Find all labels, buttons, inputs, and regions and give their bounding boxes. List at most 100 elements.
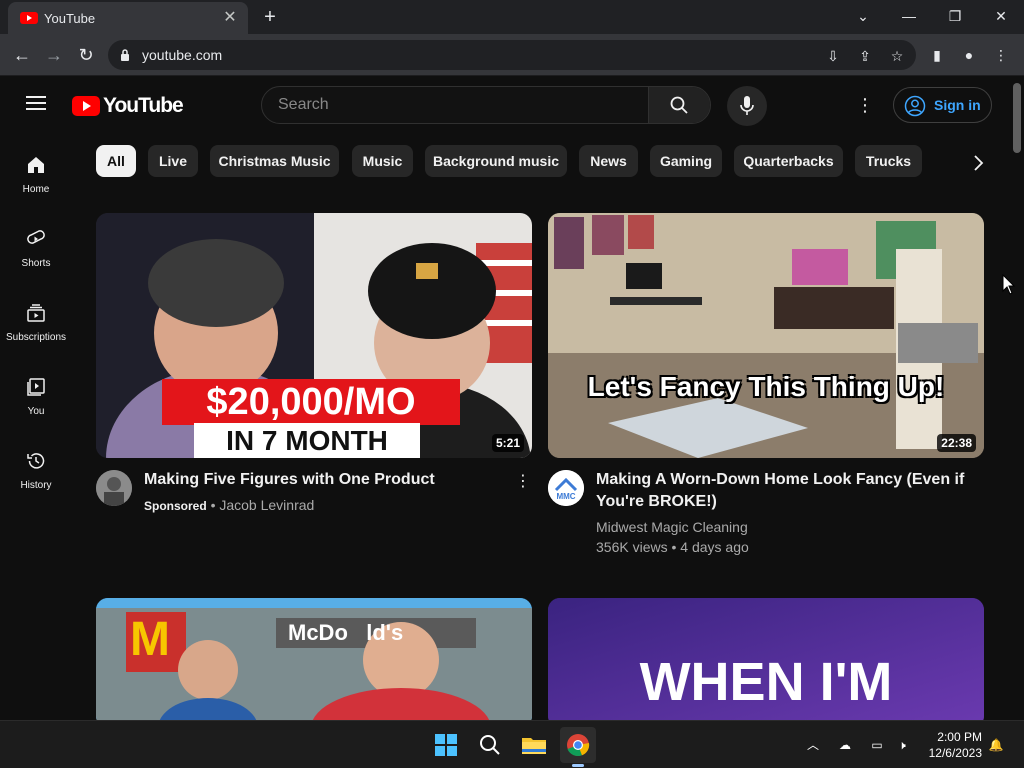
thumbnail-overlay-text: IN 7 MONTH: [226, 425, 388, 456]
browser-tab-bar: YouTube ✕ + ⌄ — ❐ ✕: [0, 0, 1024, 34]
thumbnail-image: [548, 213, 984, 458]
file-explorer-button[interactable]: [516, 727, 552, 763]
new-tab-button[interactable]: +: [258, 6, 282, 28]
guide-menu-button[interactable]: [26, 96, 46, 110]
onedrive-cloud-icon[interactable]: ☁: [836, 736, 854, 754]
browser-menu-icon[interactable]: ⋮: [991, 45, 1011, 65]
video-thumbnail-4[interactable]: WHEN I'M: [548, 598, 984, 720]
sponsored-badge: Sponsored: [144, 499, 207, 513]
tab-search-chevron-icon[interactable]: ⌄: [852, 6, 874, 26]
windows-taskbar: ︿ ☁ ▭ 🕨 2:00 PM 12/6/2023 🔔: [0, 720, 1024, 768]
video-title-line: Making A Worn-Down Home Look Fancy (Even…: [596, 471, 965, 488]
chrome-taskbar-button[interactable]: [560, 727, 596, 767]
url-text: youtube.com: [142, 47, 223, 63]
mouse-cursor-icon: [1002, 274, 1016, 295]
sidebar-item-shorts[interactable]: Shorts: [0, 229, 72, 303]
channel-avatar[interactable]: [96, 470, 132, 506]
forward-button[interactable]: →: [42, 43, 66, 67]
clock-time: 2:00 PM: [937, 730, 982, 744]
chevron-right-icon[interactable]: [966, 151, 990, 175]
side-panel-icon[interactable]: ▮: [927, 45, 947, 65]
browser-toolbar: ← → ↻ youtube.com ⇩ ⇪ ☆ ▮ ● ⋮: [0, 34, 1024, 76]
search-input[interactable]: [262, 87, 648, 123]
account-circle-icon: [904, 95, 926, 117]
video-more-actions-icon[interactable]: ⋮: [515, 471, 531, 491]
logo-text: YouTube: [103, 94, 184, 117]
settings-menu-icon[interactable]: ⋮: [853, 93, 877, 117]
chip-music[interactable]: Music: [352, 145, 413, 177]
video-thumbnail-3[interactable]: M McDo ld's: [96, 598, 532, 720]
chip-trucks[interactable]: Trucks: [855, 145, 922, 177]
video-views-age: 356K views • 4 days ago: [596, 539, 749, 555]
thumbnail-overlay-text: Let's Fancy This Thing Up!: [587, 371, 945, 402]
youtube-favicon-icon: [20, 12, 38, 24]
chip-background-music[interactable]: Background music: [425, 145, 567, 177]
network-icon[interactable]: ▭: [868, 736, 886, 754]
chip-gaming[interactable]: Gaming: [650, 145, 722, 177]
channel-avatar[interactable]: MMC: [548, 470, 584, 506]
avatar-image: MMC: [548, 470, 584, 506]
search-box: [261, 86, 711, 124]
share-icon[interactable]: ⇪: [856, 47, 874, 65]
video-thumbnail-1[interactable]: $20,000/MO IN 7 MONTH 5:21: [96, 213, 532, 458]
taskbar-clock[interactable]: 2:00 PM 12/6/2023: [914, 729, 982, 761]
mcdonalds-logo: M: [130, 613, 170, 666]
start-button[interactable]: [428, 727, 464, 763]
browser-tab[interactable]: YouTube ✕: [8, 2, 248, 34]
sign-in-label: Sign in: [934, 97, 981, 113]
minimize-button[interactable]: —: [898, 6, 920, 26]
chip-live[interactable]: Live: [148, 145, 198, 177]
voice-search-button[interactable]: [727, 86, 767, 126]
chip-news[interactable]: News: [579, 145, 638, 177]
notifications-bell-icon[interactable]: 🔔: [987, 736, 1005, 754]
close-window-button[interactable]: ✕: [990, 6, 1012, 26]
sidebar-item-subscriptions[interactable]: Subscriptions: [0, 303, 72, 377]
chip-all[interactable]: All: [96, 145, 136, 177]
video-duration: 5:21: [491, 434, 524, 452]
video-title-line: You're BROKE!): [596, 493, 717, 510]
history-icon: [27, 453, 45, 469]
search-button[interactable]: [648, 87, 710, 123]
sidebar-label: Home: [22, 184, 50, 195]
chip-quarterbacks[interactable]: Quarterbacks: [734, 145, 843, 177]
chip-christmas-music[interactable]: Christmas Music: [210, 145, 339, 177]
reload-button[interactable]: ↻: [74, 43, 98, 67]
tab-title: YouTube: [44, 11, 96, 26]
sign-in-button[interactable]: Sign in: [893, 87, 992, 123]
video-thumbnail-2[interactable]: Let's Fancy This Thing Up! 22:38: [548, 213, 984, 458]
sidebar-label: History: [20, 480, 52, 491]
page-scrollbar[interactable]: [1010, 77, 1024, 720]
channel-name[interactable]: Jacob Levinrad: [219, 497, 314, 513]
video-title[interactable]: Making Five Figures with One Product: [144, 469, 504, 491]
avatar-image: [96, 470, 132, 506]
thumbnail-overlay-text: WHEN I'M: [639, 652, 893, 712]
sidebar-item-history[interactable]: History: [0, 451, 72, 525]
video-title[interactable]: Making A Worn-Down Home Look Fancy (Even…: [596, 469, 966, 513]
sidebar-label: You: [27, 406, 45, 417]
video-duration: 22:38: [937, 434, 976, 452]
address-bar[interactable]: youtube.com ⇩ ⇪ ☆: [108, 40, 916, 70]
restore-button[interactable]: ❐: [944, 6, 966, 26]
windows-logo-icon: [435, 734, 457, 756]
sidebar-label: Subscriptions: [5, 332, 67, 343]
scrollbar-thumb[interactable]: [1013, 83, 1021, 153]
profile-icon[interactable]: ●: [959, 45, 979, 65]
back-button[interactable]: ←: [10, 43, 34, 67]
channel-name[interactable]: Midwest Magic Cleaning: [596, 517, 748, 537]
thumbnail-overlay-text: McDo ld's: [288, 620, 404, 645]
bookmark-star-icon[interactable]: ☆: [888, 47, 906, 65]
show-hidden-icons-chevron-icon[interactable]: ︿: [804, 736, 822, 754]
clock-date: 12/6/2023: [928, 746, 982, 760]
microphone-icon: [740, 96, 754, 115]
chrome-icon: [567, 734, 590, 757]
volume-muted-icon[interactable]: 🕨: [893, 736, 911, 754]
youtube-page: YouTube ⋮ Sign in Home: [0, 77, 1010, 720]
sidebar-item-home[interactable]: Home: [0, 155, 72, 229]
sidebar-item-you[interactable]: You: [0, 377, 72, 451]
install-app-icon[interactable]: ⇩: [824, 47, 842, 65]
thumbnail-overlay-text: $20,000/MO: [206, 381, 416, 423]
taskbar-search-button[interactable]: [472, 727, 508, 763]
tab-close-icon[interactable]: ✕: [220, 8, 240, 28]
shorts-icon: [27, 230, 45, 244]
folder-icon: [522, 738, 546, 754]
